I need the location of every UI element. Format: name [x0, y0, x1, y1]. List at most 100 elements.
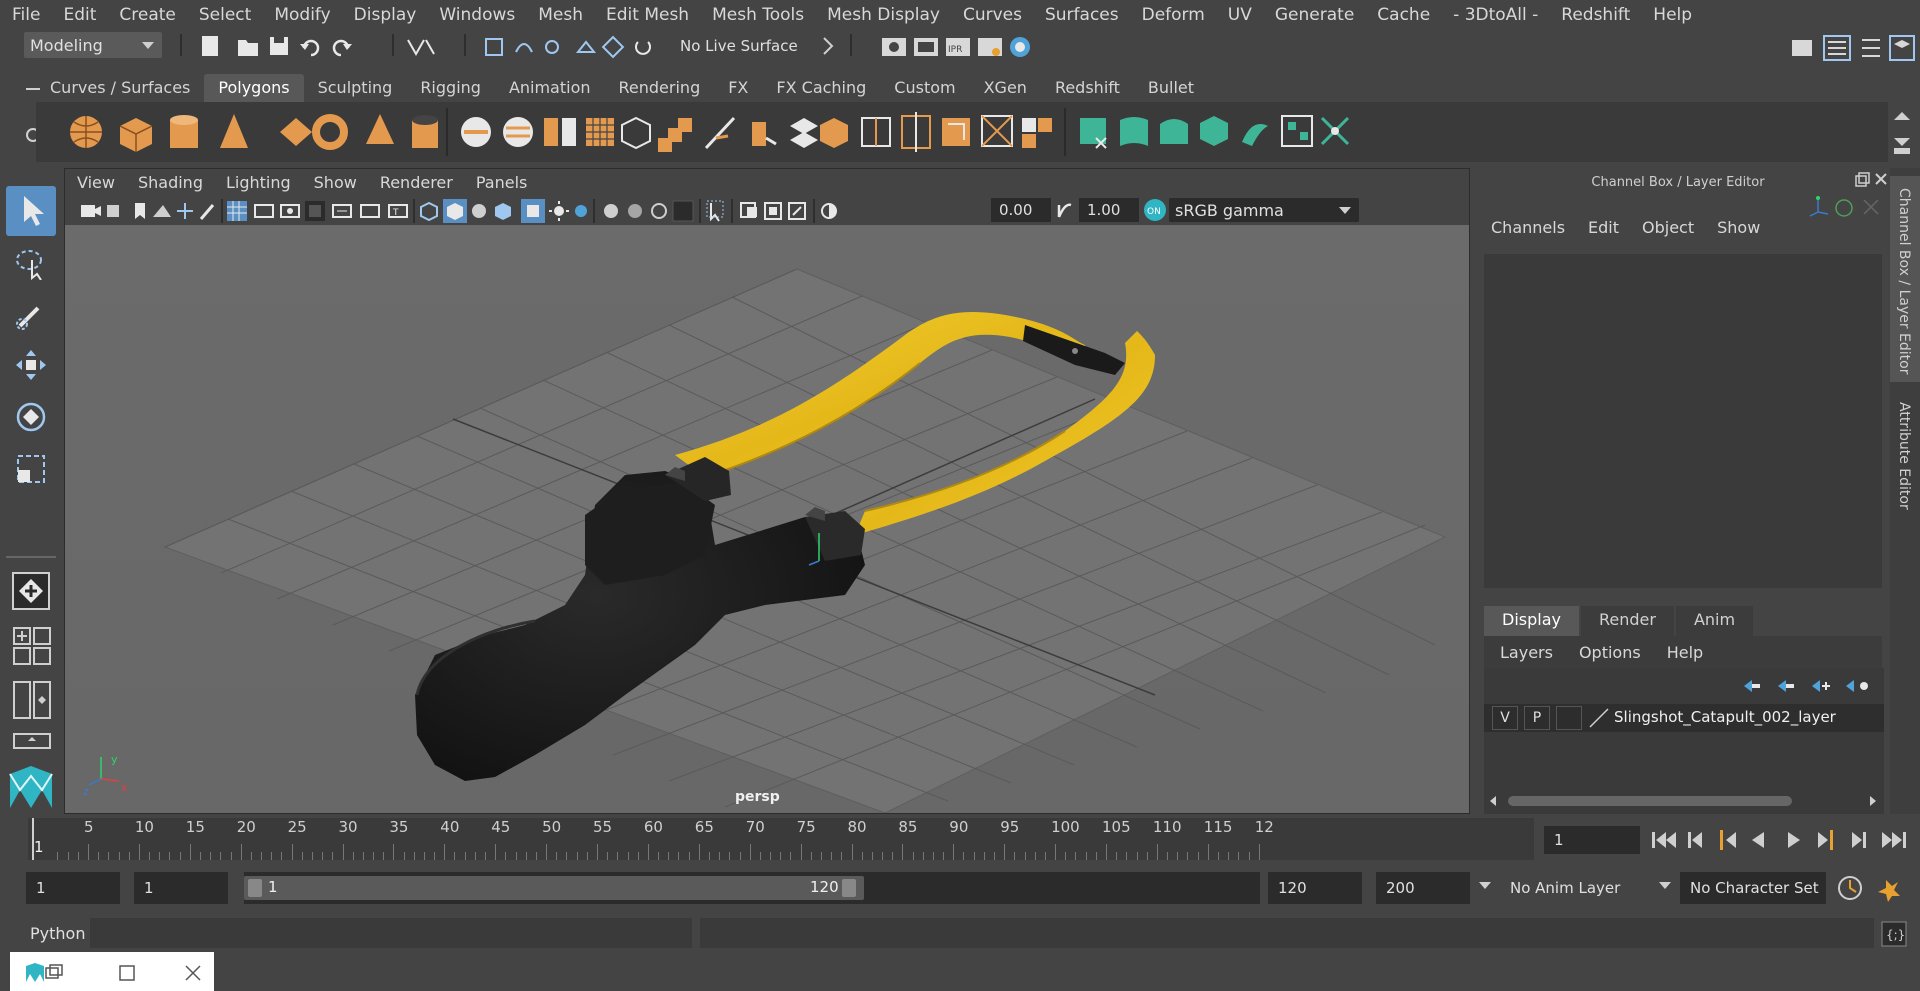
viewport-menu-renderer[interactable]: Renderer	[368, 173, 464, 192]
render-tools[interactable]: IPR	[880, 34, 1030, 60]
time-slider[interactable]: 1 5 10 15 20 25 30 35 40 45 50 55 60 65 70 75 80 85 90 95 1…	[28, 818, 1534, 860]
workspace-tools[interactable]	[1788, 32, 1918, 62]
shelf-tab-xgen[interactable]: XGen	[970, 74, 1041, 102]
shelf-tab-fx-caching[interactable]: FX Caching	[762, 74, 880, 102]
layer-row[interactable]: V P Slingshot_Catapult_002_layer	[1484, 704, 1884, 732]
menu-windows[interactable]: Windows	[427, 5, 526, 25]
animation-end-field[interactable]: 200	[1376, 872, 1470, 904]
tab-channel-box[interactable]: Channel Box / Layer Editor	[1890, 176, 1920, 382]
layer-visibility-toggle[interactable]: V	[1492, 706, 1518, 730]
script-editor-icon[interactable]: {;}	[1880, 920, 1910, 948]
last-tool[interactable]	[6, 566, 56, 616]
menu-mesh[interactable]: Mesh	[526, 5, 594, 25]
menu-3dtoall[interactable]: - 3DtoAll -	[1441, 5, 1549, 25]
menu-surfaces[interactable]: Surfaces	[1033, 5, 1130, 25]
layer-display-type-toggle[interactable]	[1556, 706, 1582, 730]
shelf-tab-fx[interactable]: FX	[714, 74, 762, 102]
gamma-field[interactable]: 1.00	[1079, 198, 1139, 222]
range-tool-icons[interactable]	[1836, 874, 1916, 904]
shelf-tab-rigging[interactable]: Rigging	[406, 74, 495, 102]
paint-select-tool[interactable]	[6, 290, 56, 340]
layer-playback-toggle[interactable]: P	[1524, 706, 1550, 730]
layers-menu[interactable]: Layers	[1484, 643, 1563, 662]
help-menu[interactable]: Help	[1651, 643, 1713, 662]
menu-mesh-display[interactable]: Mesh Display	[815, 5, 951, 25]
menu-mesh-tools[interactable]: Mesh Tools	[700, 5, 815, 25]
shelf-tab-polygons[interactable]: Polygons	[204, 74, 304, 102]
exposure-field[interactable]: 0.00	[991, 198, 1051, 222]
options-menu[interactable]: Options	[1563, 643, 1651, 662]
menu-redshift[interactable]: Redshift	[1549, 5, 1641, 25]
menu-create[interactable]: Create	[107, 5, 187, 25]
command-input[interactable]	[90, 918, 692, 948]
menu-file[interactable]: File	[0, 5, 51, 25]
window-controls[interactable]	[24, 962, 204, 984]
menu-select[interactable]: Select	[187, 5, 262, 25]
shelf-tab-animation[interactable]: Animation	[495, 74, 605, 102]
chevron-down-icon[interactable]	[1658, 880, 1672, 892]
select-tool[interactable]	[6, 186, 56, 236]
shelf-tab-custom[interactable]: Custom	[880, 74, 969, 102]
viewport-menu-show[interactable]: Show	[302, 173, 368, 192]
viewport-menu-shading[interactable]: Shading	[126, 173, 214, 192]
menu-generate[interactable]: Generate	[1263, 5, 1365, 25]
tab-render[interactable]: Render	[1580, 606, 1674, 636]
playback-controls[interactable]	[1650, 826, 1918, 854]
menu-help[interactable]: Help	[1641, 5, 1703, 25]
chevron-down-icon[interactable]	[1478, 880, 1492, 892]
tab-attribute-editor[interactable]: Attribute Editor	[1890, 394, 1920, 524]
layout-single-icon[interactable]	[12, 626, 52, 670]
playback-end-field[interactable]: 120	[1268, 872, 1362, 904]
file-tools[interactable]	[200, 34, 380, 58]
scale-tool[interactable]	[6, 444, 56, 494]
menu-deform[interactable]: Deform	[1130, 5, 1216, 25]
shelf-tab-bullet[interactable]: Bullet	[1134, 74, 1208, 102]
colorspace-selector[interactable]: sRGB gamma	[1169, 198, 1359, 222]
menu-display[interactable]: Display	[342, 5, 428, 25]
select-hierarchy-icon[interactable]	[404, 36, 440, 58]
chevron-right-icon[interactable]	[820, 36, 836, 56]
viewport-menu-panels[interactable]: Panels	[464, 173, 539, 192]
layer-color-swatch[interactable]	[1588, 707, 1610, 729]
menu-edit[interactable]: Edit	[51, 5, 107, 25]
tab-anim[interactable]: Anim	[1675, 606, 1754, 636]
menu-edit-mesh[interactable]: Edit Mesh	[594, 5, 700, 25]
panel-tool-icons[interactable]: T	[79, 199, 979, 223]
gamma-icon[interactable]	[1055, 201, 1075, 221]
anim-layer-selector[interactable]: No Anim Layer	[1500, 872, 1644, 904]
channel-list[interactable]	[1484, 254, 1882, 588]
rotate-tool[interactable]	[6, 392, 56, 442]
animation-start-field[interactable]: 1	[26, 872, 120, 904]
range-slider-bar[interactable]: 1 120	[244, 876, 864, 900]
move-tool[interactable]	[6, 340, 56, 390]
snap-tools[interactable]	[482, 34, 662, 60]
layout-collapse-icon[interactable]	[12, 730, 52, 754]
range-start-handle[interactable]	[248, 879, 262, 897]
character-set-selector[interactable]: No Character Set	[1680, 872, 1826, 904]
object-menu[interactable]: Object	[1629, 218, 1704, 237]
current-frame-field[interactable]: 1	[1544, 826, 1640, 854]
command-language[interactable]: Python	[30, 924, 85, 943]
menu-modify[interactable]: Modify	[262, 5, 341, 25]
range-slider[interactable]: 1 120	[244, 872, 1260, 904]
viewport-menu-view[interactable]: View	[65, 173, 126, 192]
viewport-3d-canvas[interactable]: y x z persp	[65, 225, 1469, 813]
layer-tool-icons[interactable]	[1740, 676, 1876, 696]
show-menu[interactable]: Show	[1704, 218, 1770, 237]
mode-selector[interactable]: Modeling	[24, 32, 162, 58]
color-management-icon[interactable]: ON	[1143, 198, 1167, 222]
viewport-menu-lighting[interactable]: Lighting	[214, 173, 302, 192]
edit-menu[interactable]: Edit	[1575, 218, 1629, 237]
lasso-tool[interactable]	[6, 238, 56, 288]
shelf-tab-rendering[interactable]: Rendering	[605, 74, 715, 102]
layer-scrollbar[interactable]	[1484, 792, 1884, 810]
tab-display[interactable]: Display	[1484, 606, 1579, 636]
shelf-tab-curves-surfaces[interactable]: Curves / Surfaces	[36, 74, 204, 102]
channels-menu[interactable]: Channels	[1478, 218, 1575, 237]
layout-panes-icon[interactable]	[12, 680, 52, 724]
minimized-window[interactable]	[10, 952, 214, 991]
layer-name[interactable]: Slingshot_Catapult_002_layer	[1614, 708, 1836, 726]
menu-cache[interactable]: Cache	[1365, 5, 1441, 25]
shelf-tab-redshift[interactable]: Redshift	[1041, 74, 1134, 102]
menu-curves[interactable]: Curves	[951, 5, 1033, 25]
